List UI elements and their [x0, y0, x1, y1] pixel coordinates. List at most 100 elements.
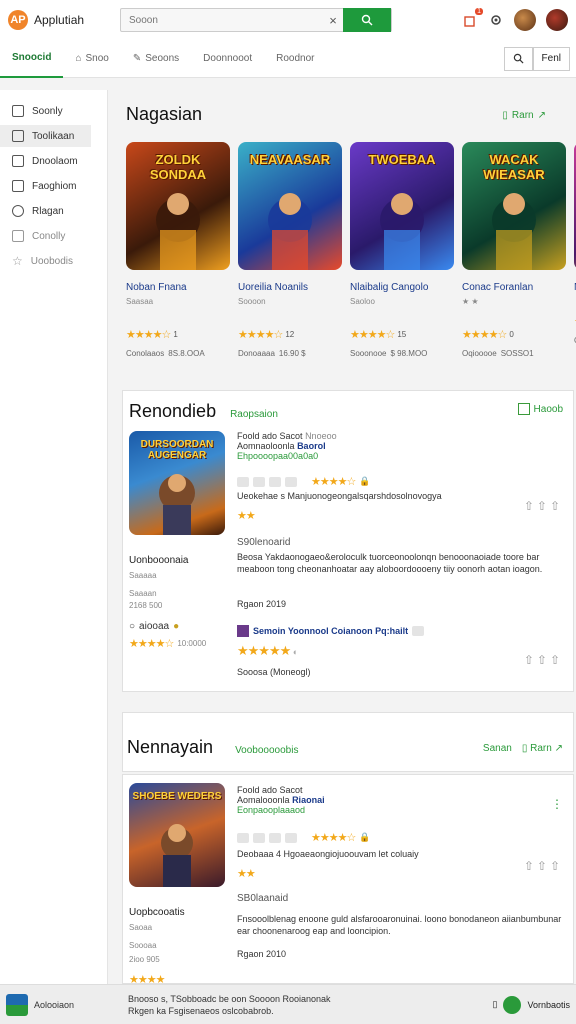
sidebar-item-label: Uoobodis: [30, 255, 74, 267]
tab-downloads[interactable]: Doonnooot: [191, 40, 264, 78]
game-thumbnail[interactable]: WACAK WIEASAR: [462, 142, 566, 270]
phone-icon[interactable]: ▯: [493, 999, 498, 1010]
recommended-toggle[interactable]: Haoob: [517, 403, 563, 415]
avatar-secondary[interactable]: [546, 9, 568, 31]
sidebar-item-1[interactable]: Toolikaan: [0, 125, 91, 147]
sidebar-item-4[interactable]: Rlagan: [0, 200, 107, 222]
newest-more-link[interactable]: ▯ Rarn ↗: [522, 743, 563, 754]
rating-count: 1: [173, 330, 178, 339]
newest-small-stars: ★★: [237, 868, 256, 880]
tab-store[interactable]: ⌂ Snoo: [63, 40, 120, 78]
notification-icon[interactable]: 1: [462, 8, 483, 28]
rating-count: 0: [509, 330, 514, 339]
vote-icons[interactable]: ⇧⇧⇧: [524, 653, 563, 667]
sidebar-item-6[interactable]: ☆ Uoobodis: [0, 250, 107, 272]
checkbox-icon: [517, 403, 530, 415]
tab-reviews[interactable]: Roodnor: [264, 40, 326, 78]
platform-chip[interactable]: [237, 476, 249, 487]
notification-badge: 1: [475, 8, 483, 15]
circle-icon: ○: [129, 621, 136, 632]
featured-card[interactable]: WACAK WIEASAR Conac Foranlan ★ ★ ★★★★☆ 0…: [462, 142, 566, 372]
newest-action-1[interactable]: Sanan: [483, 743, 512, 754]
thumbnail-title: ZOLDK SONDAA: [149, 152, 207, 182]
featured-more-label: Rarn: [511, 110, 534, 121]
app-logo[interactable]: AP: [8, 10, 28, 30]
more-options-icon[interactable]: ⋮: [551, 797, 563, 811]
recommended-toggle-label: Haoob: [533, 403, 563, 415]
game-title[interactable]: Noban Fnana: [126, 282, 230, 293]
sidebar-item-label: Dnoolaom: [32, 155, 78, 167]
filter-search-button[interactable]: [503, 46, 533, 71]
newest-tag[interactable]: Voobooooobis: [235, 745, 298, 756]
search-button[interactable]: [343, 8, 391, 32]
rec-line4[interactable]: Ueokehae s Manjuonogeongalsqarshdosolnov…: [237, 491, 567, 501]
filter-button[interactable]: Fenl: [532, 46, 570, 71]
featured-carousel[interactable]: ZOLDK SONDAA Noban Fnana Saasaa ★★★★☆ 1 …: [126, 142, 576, 372]
sidebar-item-3[interactable]: Faoghiom: [0, 175, 107, 197]
rec-rating-count: 10:0000: [177, 639, 207, 648]
review-status: Sooosa (Moneogl): [237, 667, 311, 677]
platform-chip[interactable]: [253, 832, 265, 843]
featured-card[interactable]: NEAVAASAR Uoreilia Noanils Soooon ★★★★☆ …: [238, 142, 342, 372]
sidebar-item-5[interactable]: Conolly: [0, 225, 107, 247]
star-rating: ★★★★☆: [311, 832, 356, 844]
meta-2: $ 98.MOO: [390, 349, 428, 358]
tab-home[interactable]: Snoocid: [0, 40, 64, 78]
newest-line2-link[interactable]: Riaonai: [292, 795, 325, 805]
meta-1: Conolaaos: [126, 349, 165, 358]
featured-card[interactable]: ZOLDK SONDAA Noban Fnana Saasaa ★★★★☆ 1 …: [126, 142, 230, 372]
featured-card[interactable]: TWOEBAA Nlaibalig Cangolo Saoloo ★★★★☆ 1…: [350, 142, 454, 372]
footer-right-label[interactable]: Vornbaotis: [527, 1000, 570, 1010]
rec-review-stars: ★★★★★ ◐: [237, 643, 299, 658]
avatar[interactable]: [514, 9, 536, 31]
game-title[interactable]: Nlaibalig Cangolo: [350, 282, 454, 293]
vote-icons[interactable]: ⇧⇧⇧: [524, 499, 563, 513]
sidebar-item-0[interactable]: Soonly: [0, 100, 107, 122]
footer-logo[interactable]: [6, 993, 28, 1016]
platform-chip[interactable]: [237, 832, 249, 843]
platform-chip[interactable]: [285, 832, 297, 843]
newest-game-art[interactable]: SHOEBE WEDERS: [129, 783, 225, 887]
footer-line-2: Rkgen ka Fsgisenaeos oslcobabrob.: [128, 1005, 274, 1016]
platform-chip[interactable]: [269, 476, 281, 487]
newest-game-title[interactable]: Uopbcooatis: [129, 907, 185, 918]
recommended-game-art[interactable]: DURSOORDAN AUGENGAR: [129, 431, 225, 535]
game-rating: ★★★★☆ 12: [238, 328, 342, 341]
newest-small-1: Saoaa: [129, 923, 153, 932]
game-title[interactable]: Uoreilia Noanils: [238, 282, 342, 293]
top-bar: AP Applutiah × 1: [0, 0, 576, 40]
game-title[interactable]: Conac Foranlan: [462, 282, 566, 293]
tab-seasons[interactable]: ✎ Seoons: [121, 40, 191, 78]
sidebar-item-label: Faoghiom: [32, 180, 77, 192]
game-thumbnail[interactable]: ZOLDK SONDAA: [126, 142, 230, 270]
search-input[interactable]: [121, 9, 323, 31]
meta-2: 16.90 $: [278, 349, 306, 358]
favorite-toggle[interactable]: ○ aiooaa ●: [129, 621, 179, 632]
game-subtitle: Saasaa: [126, 297, 154, 306]
game-thumbnail[interactable]: TWOEBAA: [350, 142, 454, 270]
sidebar-item-2[interactable]: Dnoolaom: [0, 150, 107, 172]
doc-icon: [12, 180, 24, 192]
featured-more-link[interactable]: ▯ Rarn ↗: [502, 110, 546, 121]
platform-chip[interactable]: [285, 476, 297, 487]
newest-chip-row: ★★★★☆ 🔒: [237, 831, 567, 844]
clear-icon[interactable]: ×: [323, 13, 343, 28]
footer-text: Bnooso s, TSobboadc be oon Soooon Rooian…: [128, 993, 331, 1017]
recommended-game-title[interactable]: Uonbooonaia: [129, 555, 189, 566]
settings-icon[interactable]: [488, 12, 504, 28]
newest-small-2: Soooaa: [129, 941, 157, 950]
game-thumbnail[interactable]: NEAVAASAR: [238, 142, 342, 270]
platform-chip[interactable]: [269, 832, 281, 843]
newest-line2: Aomalooonla: [237, 795, 290, 805]
vote-icons[interactable]: ⇧⇧⇧: [524, 859, 563, 873]
review-author[interactable]: Semoin Yoonnool Coianoon Pq:hailt: [253, 626, 408, 636]
rec-small-1: Saaaaa: [129, 571, 157, 580]
reviewer-avatar: [237, 625, 249, 637]
more-chip[interactable]: [412, 626, 425, 636]
newest-line1: Foold ado Sacot: [237, 785, 303, 795]
footer-action-button[interactable]: [503, 995, 522, 1014]
rec-line2-link[interactable]: Baorol: [297, 441, 326, 451]
newest-line4[interactable]: Deobaaa 4 Hgoaeaongiojuoouvam let coluai…: [237, 849, 567, 859]
recommended-tag[interactable]: Raopsaion: [230, 409, 278, 420]
platform-chip[interactable]: [253, 476, 265, 487]
